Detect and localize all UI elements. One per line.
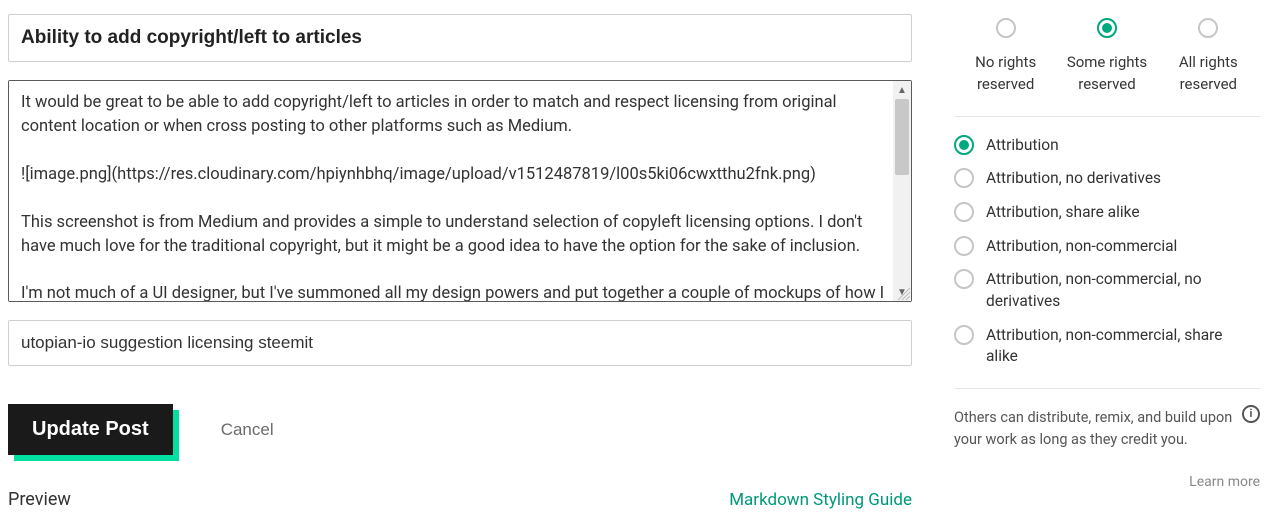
cc-option-label: Attribution, non-commercial, no derivati… — [986, 269, 1254, 312]
scroll-thumb[interactable] — [895, 99, 909, 175]
radio-icon — [954, 135, 974, 155]
rights-option-2[interactable]: All rights reserved — [1163, 18, 1254, 96]
radio-icon — [954, 236, 974, 256]
post-body-wrapper: ▲ ▼ — [8, 80, 912, 302]
action-row: Update Post Cancel — [8, 404, 912, 455]
radio-icon — [954, 325, 974, 345]
post-title-input[interactable] — [8, 14, 912, 62]
cc-option-label: Attribution, share alike — [986, 202, 1140, 224]
cc-option-0[interactable]: Attribution — [954, 135, 1254, 157]
cc-option-label: Attribution — [986, 135, 1059, 157]
cc-option-5[interactable]: Attribution, non-commercial, share alike — [954, 325, 1254, 368]
rights-option-0[interactable]: No rights reserved — [960, 18, 1051, 96]
radio-icon — [996, 18, 1016, 38]
rights-option-1[interactable]: Some rights reserved — [1061, 18, 1152, 96]
cc-option-label: Attribution, non-commercial — [986, 236, 1177, 258]
rights-option-label: No rights reserved — [960, 52, 1051, 96]
scroll-down-icon[interactable]: ▼ — [893, 283, 911, 301]
update-post-button[interactable]: Update Post — [8, 404, 173, 455]
license-description: Others can distribute, remix, and build … — [954, 389, 1260, 452]
cc-option-1[interactable]: Attribution, no derivatives — [954, 168, 1254, 190]
cc-option-3[interactable]: Attribution, non-commercial — [954, 236, 1254, 258]
update-post-wrapper: Update Post — [8, 404, 173, 455]
post-body-textarea[interactable] — [9, 81, 893, 301]
cc-license-list: Attribution Attribution, no derivatives At… — [954, 117, 1260, 390]
scroll-up-icon[interactable]: ▲ — [893, 81, 911, 99]
rights-option-label: Some rights reserved — [1061, 52, 1152, 96]
radio-icon — [954, 202, 974, 222]
markdown-styling-guide-link[interactable]: Markdown Styling Guide — [729, 490, 912, 510]
info-icon: i — [1242, 405, 1260, 423]
radio-icon — [1097, 18, 1117, 38]
cc-option-label: Attribution, non-commercial, share alike — [986, 325, 1254, 368]
cc-option-4[interactable]: Attribution, non-commercial, no derivati… — [954, 269, 1254, 312]
radio-icon — [954, 269, 974, 289]
editor-footer: Preview Markdown Styling Guide — [8, 489, 912, 510]
rights-option-label: All rights reserved — [1163, 52, 1254, 96]
cc-option-2[interactable]: Attribution, share alike — [954, 202, 1254, 224]
license-description-text: Others can distribute, remix, and build … — [954, 409, 1232, 448]
preview-heading: Preview — [8, 489, 71, 510]
radio-icon — [954, 168, 974, 188]
cancel-button[interactable]: Cancel — [221, 420, 274, 440]
radio-icon — [1198, 18, 1218, 38]
cc-option-label: Attribution, no derivatives — [986, 168, 1161, 190]
post-tags-input[interactable] — [8, 320, 912, 366]
learn-more-link[interactable]: Learn more — [954, 474, 1260, 490]
scrollbar[interactable]: ▲ ▼ — [893, 81, 911, 301]
rights-top-options: No rights reservedSome rights reservedAl… — [954, 18, 1260, 117]
